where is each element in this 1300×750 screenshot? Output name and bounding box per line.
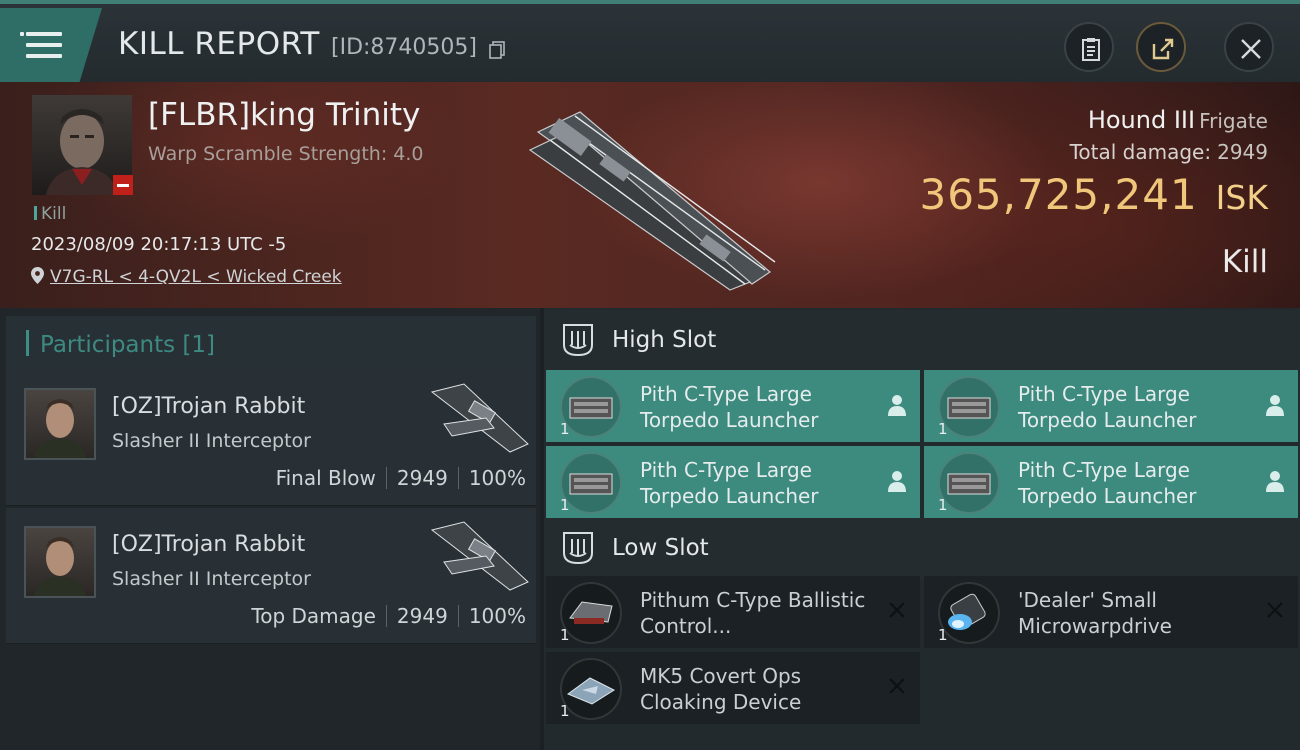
module-quantity: 1 xyxy=(938,420,948,438)
participant-row[interactable]: [OZ]Trojan Rabbit Slasher II Interceptor… xyxy=(6,508,536,644)
module-slot[interactable]: 1 Pith C-Type Large Torpedo Launcher xyxy=(546,370,920,442)
participants-header: Participants [1] xyxy=(6,316,536,372)
destroyed-x-icon xyxy=(889,678,905,694)
module-slot[interactable]: 1 Pith C-Type Large Torpedo Launcher xyxy=(924,370,1298,442)
module-slot[interactable]: 1 Pith C-Type Large Torpedo Launcher xyxy=(546,446,920,518)
participant-stats: Final Blow 2949 100% xyxy=(276,466,526,490)
participant-name[interactable]: [OZ]Trojan Rabbit xyxy=(112,532,305,557)
close-icon xyxy=(1241,39,1261,59)
module-quantity: 1 xyxy=(938,626,948,644)
location-text[interactable]: V7G-RL < 4-QV2L < Wicked Creek xyxy=(50,267,342,287)
person-icon xyxy=(888,395,906,416)
destroyed-x-icon xyxy=(889,602,905,618)
module-name: Pith C-Type Large Torpedo Launcher xyxy=(640,382,819,432)
kill-location[interactable]: V7G-RL < 4-QV2L < Wicked Creek xyxy=(31,267,342,287)
participant-damage: 2949 xyxy=(396,466,448,490)
slot-icon xyxy=(563,324,593,357)
person-icon xyxy=(1266,395,1284,416)
result-label: Kill xyxy=(1221,244,1268,280)
module-slot[interactable]: 1 Pith C-Type Large Torpedo Launcher xyxy=(924,446,1298,518)
fitting-panel: High Slot 1 Pith C-Type Large Torpedo La… xyxy=(544,308,1300,750)
share-button[interactable] xyxy=(1136,22,1186,72)
total-damage: Total damage: 2949 xyxy=(1070,140,1268,164)
module-quantity: 1 xyxy=(560,626,570,644)
victim-ship-type: Hound III Frigate xyxy=(1088,106,1268,134)
module-slot[interactable]: 1 MK5 Covert Ops Cloaking Device xyxy=(546,652,920,724)
close-button[interactable] xyxy=(1224,22,1274,72)
module-quantity: 1 xyxy=(560,702,570,720)
clipboard-icon xyxy=(1082,38,1100,61)
page-title: KILL REPORT xyxy=(118,26,320,62)
report-id: [ID:8740505] xyxy=(331,35,477,60)
participant-ship: Slasher II Interceptor xyxy=(112,430,311,452)
isk-value: 365,725,241 xyxy=(919,170,1198,219)
participant-stats: Top Damage 2949 100% xyxy=(251,604,526,628)
isk-label: ISK xyxy=(1215,178,1268,217)
location-pin-icon xyxy=(31,267,44,284)
participant-percent: 100% xyxy=(468,604,526,628)
module-slot[interactable]: 1 'Dealer' Small Microwarpdrive xyxy=(924,576,1298,648)
participant-role: Final Blow xyxy=(275,466,376,490)
menu-button[interactable] xyxy=(0,8,102,82)
module-name: MK5 Covert Ops Cloaking Device xyxy=(640,664,802,714)
menu-icon xyxy=(20,30,62,60)
module-name: Pithum C-Type Ballistic Control... xyxy=(640,588,866,638)
participant-role: Top Damage xyxy=(251,604,376,628)
participant-portrait[interactable] xyxy=(24,526,96,598)
participant-ship-image xyxy=(430,383,529,453)
victim-ship-image xyxy=(528,111,776,291)
ship-class: Frigate xyxy=(1199,109,1268,133)
participant-ship-image xyxy=(430,521,529,591)
destroyed-x-icon xyxy=(1267,602,1283,618)
ship-name[interactable]: Hound III xyxy=(1088,106,1195,134)
participant-name[interactable]: [OZ]Trojan Rabbit xyxy=(112,394,305,419)
low-slot-title: Low Slot xyxy=(612,535,709,561)
clipboard-button[interactable] xyxy=(1064,22,1114,72)
module-quantity: 1 xyxy=(560,496,570,514)
module-name: Pith C-Type Large Torpedo Launcher xyxy=(1018,382,1197,432)
module-quantity: 1 xyxy=(938,496,948,514)
total-damage-value: 2949 xyxy=(1217,140,1268,164)
slot-icon xyxy=(563,532,593,565)
participant-portrait[interactable] xyxy=(24,388,96,460)
top-bar: KILL REPORT [ID:8740505] xyxy=(0,0,1300,82)
high-slot-title: High Slot xyxy=(612,327,717,353)
module-name: Pith C-Type Large Torpedo Launcher xyxy=(1018,458,1197,508)
victim-summary: [FLBR]king Trinity Warp Scramble Strengt… xyxy=(0,82,1300,308)
high-slot-header: High Slot xyxy=(544,310,1300,370)
participant-row[interactable]: [OZ]Trojan Rabbit Slasher II Interceptor… xyxy=(6,370,536,506)
person-icon xyxy=(888,471,906,492)
participant-percent: 100% xyxy=(468,466,526,490)
participant-ship: Slasher II Interceptor xyxy=(112,568,311,590)
share-icon xyxy=(1152,38,1174,60)
participants-panel: Participants [1] [OZ]Trojan Rabbit Slash… xyxy=(0,308,540,750)
kill-tag: Kill xyxy=(34,204,66,224)
module-name: Pith C-Type Large Torpedo Launcher xyxy=(640,458,819,508)
total-damage-label: Total damage: xyxy=(1069,140,1212,164)
participants-title: Participants [1] xyxy=(40,332,215,358)
participant-damage: 2949 xyxy=(396,604,448,628)
warp-scramble-strength: Warp Scramble Strength: 4.0 xyxy=(148,143,424,165)
module-slot[interactable]: 1 Pithum C-Type Ballistic Control... xyxy=(546,576,920,648)
hostile-badge xyxy=(113,175,133,195)
low-slot-header: Low Slot xyxy=(544,518,1300,578)
module-quantity: 1 xyxy=(560,420,570,438)
module-name: 'Dealer' Small Microwarpdrive xyxy=(1018,588,1172,638)
isk-loss: 365,725,241 ISK xyxy=(919,170,1268,219)
person-icon xyxy=(1266,471,1284,492)
copy-icon[interactable] xyxy=(489,41,505,59)
kill-datetime: 2023/08/09 20:17:13 UTC -5 xyxy=(31,234,287,255)
victim-name[interactable]: [FLBR]king Trinity xyxy=(148,97,420,133)
